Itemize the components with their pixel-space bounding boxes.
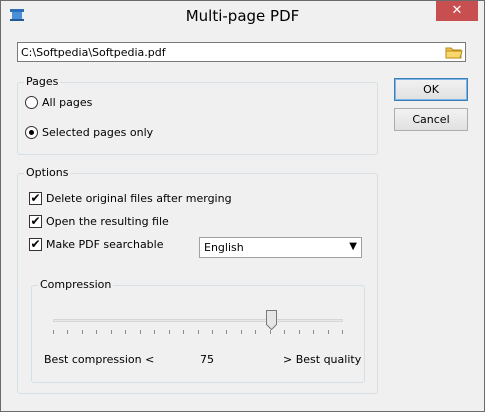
pdf-searchable-checkbox-row[interactable]: ✔ Make PDF searchable [29,238,164,251]
radio-selected-pages[interactable]: Selected pages only [25,126,153,139]
slider-tick [140,330,141,334]
slider-tick [241,330,242,334]
close-icon: ✕ [451,3,463,18]
open-result-label: Open the resulting file [46,215,169,228]
compression-group-label: Compression [38,278,114,291]
slider-tick [299,330,300,334]
slider-tick [313,330,314,334]
compression-slider-track[interactable] [53,319,343,322]
slider-tick [255,330,256,334]
title-bar: Multi-page PDF ✕ [1,1,484,31]
slider-tick [96,330,97,334]
open-result-checkbox-row[interactable]: ✔ Open the resulting file [29,215,169,228]
radio-all-pages-label: All pages [42,96,93,109]
slider-tick [198,330,199,334]
compression-slider-ticks [53,330,343,335]
folder-icon[interactable] [445,44,463,60]
radio-selected-pages-button[interactable] [25,126,38,139]
ocr-language-select[interactable]: English ▼ [199,237,362,258]
compression-slider-thumb[interactable] [266,310,277,331]
chevron-down-icon: ▼ [349,241,357,252]
slider-tick [67,330,68,334]
pdf-searchable-checkbox[interactable]: ✔ [29,238,42,251]
options-group-label: Options [24,166,71,179]
file-path-input[interactable] [21,45,436,60]
slider-tick [328,330,329,334]
best-quality-label: > Best quality [283,353,362,366]
ok-button[interactable]: OK [394,78,468,101]
best-compression-label: Best compression < [44,353,155,366]
delete-originals-checkbox[interactable]: ✔ [29,192,42,205]
pages-group-label: Pages [24,75,61,88]
slider-tick [183,330,184,334]
pdf-searchable-label: Make PDF searchable [46,238,164,251]
slider-tick [125,330,126,334]
file-path-field[interactable] [17,42,466,62]
dialog-client: Pages All pages Selected pages only Opti… [9,31,476,403]
slider-tick [111,330,112,334]
slider-tick [53,330,54,334]
cancel-button[interactable]: Cancel [394,108,468,131]
close-button[interactable]: ✕ [436,1,478,21]
delete-originals-checkbox-row[interactable]: ✔ Delete original files after merging [29,192,232,205]
pages-group: Pages [17,75,378,155]
ocr-language-value: English [204,241,244,254]
window-title: Multi-page PDF [185,7,300,25]
dialog-window: Multi-page PDF ✕ Pages All pages Selecte… [0,0,485,412]
slider-tick [284,330,285,334]
slider-tick [226,330,227,334]
radio-all-pages-button[interactable] [25,96,38,109]
open-result-checkbox[interactable]: ✔ [29,215,42,228]
radio-selected-pages-label: Selected pages only [42,126,154,139]
slider-tick [82,330,83,334]
slider-tick [154,330,155,334]
slider-tick [212,330,213,334]
slider-tick [169,330,170,334]
delete-originals-label: Delete original files after merging [46,192,232,205]
slider-tick [342,330,343,334]
slider-tick [270,330,271,334]
compression-value: 75 [200,353,214,366]
radio-all-pages[interactable]: All pages [25,96,92,109]
